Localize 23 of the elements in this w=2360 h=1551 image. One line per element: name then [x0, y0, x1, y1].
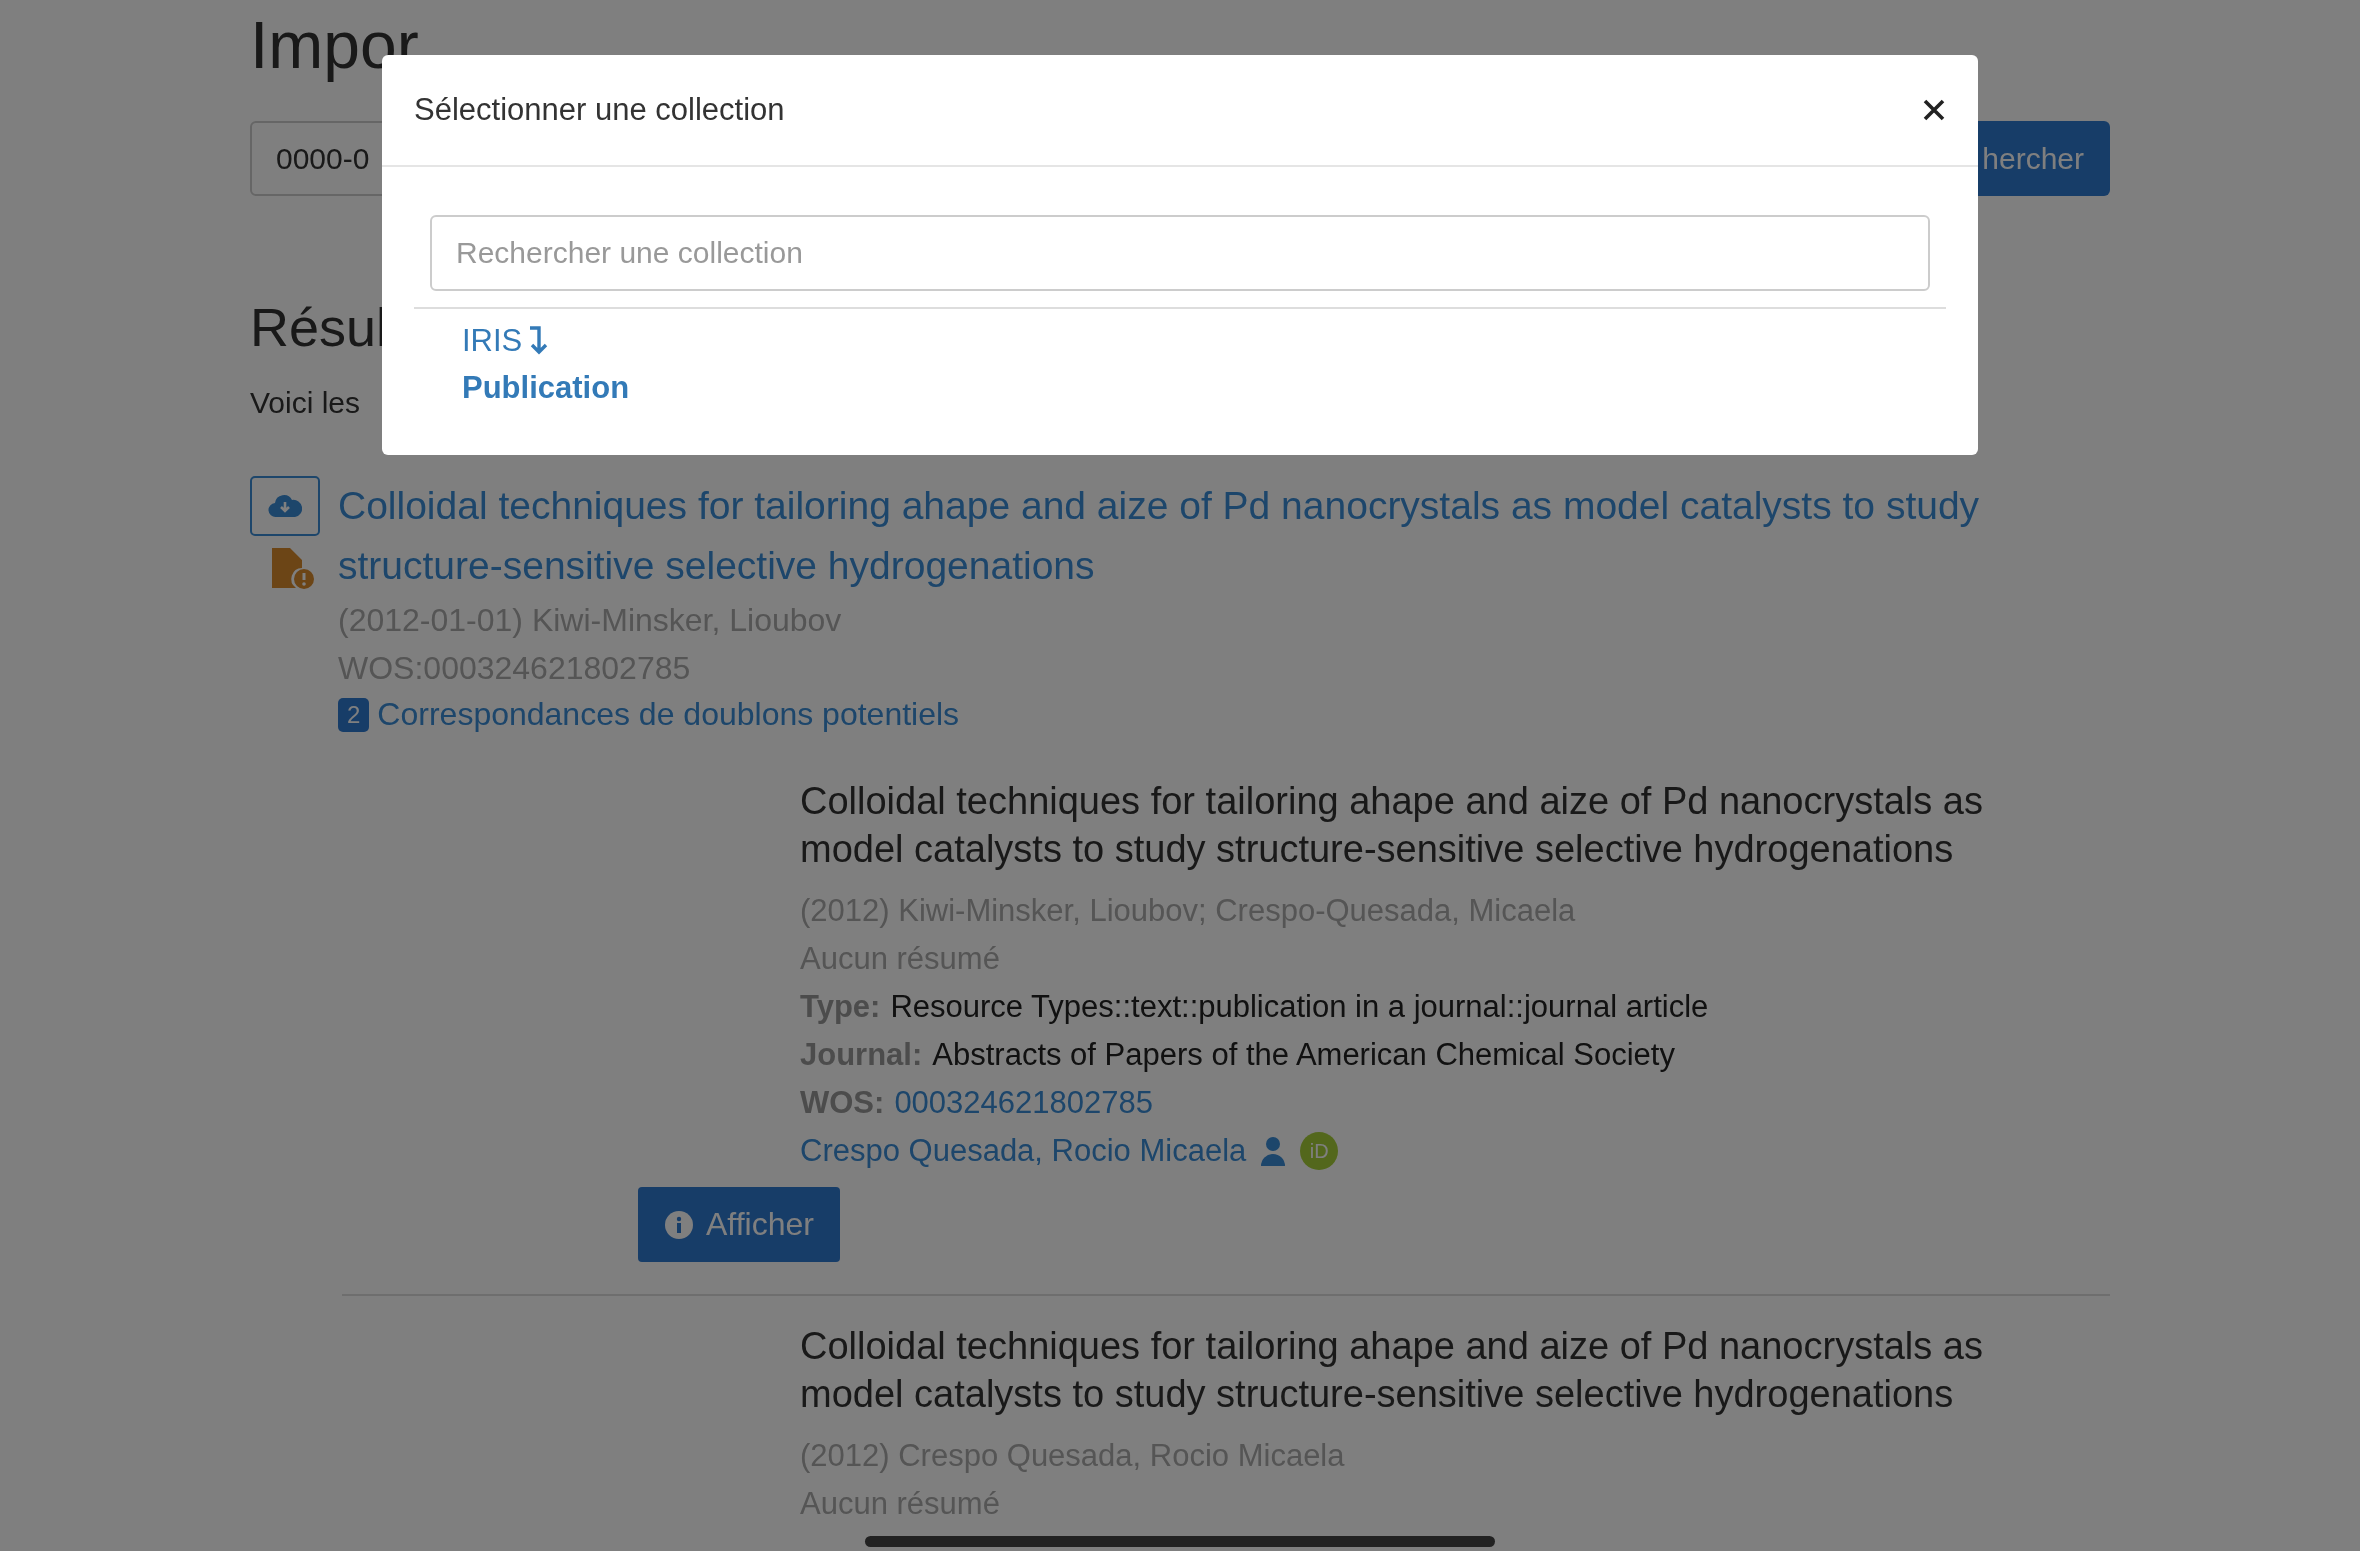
collection-search-field[interactable]: Rechercher une collection	[430, 215, 1930, 291]
results-heading: Résul	[250, 296, 389, 359]
import-button[interactable]	[250, 476, 320, 537]
cloud-download-icon	[268, 494, 302, 519]
duplicates-link[interactable]: Correspondances de doublons potentiels	[377, 696, 960, 734]
author-link[interactable]: Crespo Quesada, Rocio Micaela	[800, 1127, 1247, 1176]
show-button[interactable]: Afficher	[638, 1187, 840, 1263]
collection-item[interactable]: Publication	[462, 363, 1946, 413]
modal-title: Sélectionner une collection	[414, 92, 785, 128]
info-icon	[664, 1209, 694, 1240]
duplicate-title: Colloidal techniques for tailoring ahape and aize of Pd nanocrystals as model catalysts to study structure-sensitive selective hydrogenations	[800, 1324, 1984, 1418]
field-value: Resource Types::text::publication in a journal::journal article	[890, 988, 1709, 1027]
orcid-badge[interactable]: iD	[1300, 1132, 1339, 1171]
field-link[interactable]: 000324621802785	[894, 1079, 1153, 1128]
person-icon	[1260, 1136, 1287, 1167]
field-value: Abstracts of Papers of the American Chemical Society	[932, 1036, 1675, 1075]
collection-link[interactable]: IRIS	[462, 323, 523, 359]
count-badge: 2	[338, 697, 370, 732]
file-warning-icon	[270, 546, 316, 591]
duplicate-title: Colloidal techniques for tailoring ahape and aize of Pd nanocrystals as model catalysts to study structure-sensitive selective hydrogenations	[800, 779, 1984, 873]
results-intro: Voici les	[250, 386, 361, 421]
close-icon[interactable]	[1922, 98, 1946, 122]
result-title-link[interactable]: Colloidal techniques for tailoring ahape and aize of Pd nanocrystals as model catalysts to study structure-sensitive selective hydrogenations	[338, 476, 2110, 597]
